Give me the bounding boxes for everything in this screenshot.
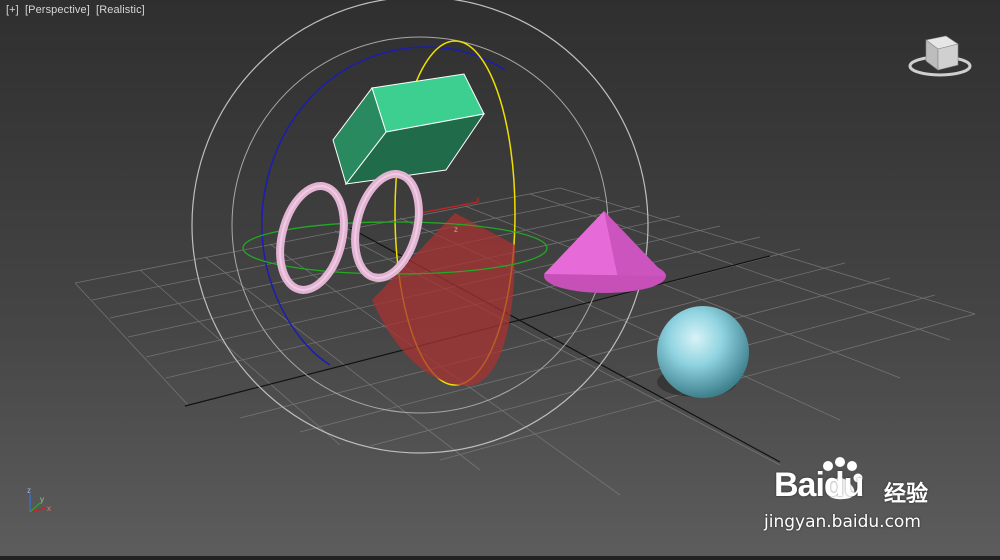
box-object[interactable] [332,73,486,186]
watermark-url: jingyan.baidu.com [764,512,921,532]
gizmo-axis-x-label: x [476,195,480,204]
tripod-y-label: y [40,495,44,504]
gizmo-axis-z-label: z [454,225,458,234]
perspective-viewport[interactable]: x y z [0,0,1000,560]
axis-tripod: z x y [27,486,51,513]
viewport-bottom-border [0,556,1000,560]
viewport-label: [+] [Perspective] [Realistic] [6,4,148,16]
viewport-menu-plus[interactable]: [+] [6,4,19,16]
viewport-menu-shading[interactable]: [Realistic] [96,4,145,16]
baidu-watermark: Baidu 经验 jingyan.baidu.com [764,457,962,538]
torus-left[interactable] [270,179,354,296]
tripod-z-label: z [27,486,31,495]
viewcube[interactable] [908,35,972,77]
watermark-product: 经验 [884,482,929,507]
sphere-object[interactable] [657,306,749,398]
tripod-x-label: x [47,504,51,513]
watermark-brand: Baidu [774,466,864,504]
viewport-menu-view[interactable]: [Perspective] [25,4,90,16]
